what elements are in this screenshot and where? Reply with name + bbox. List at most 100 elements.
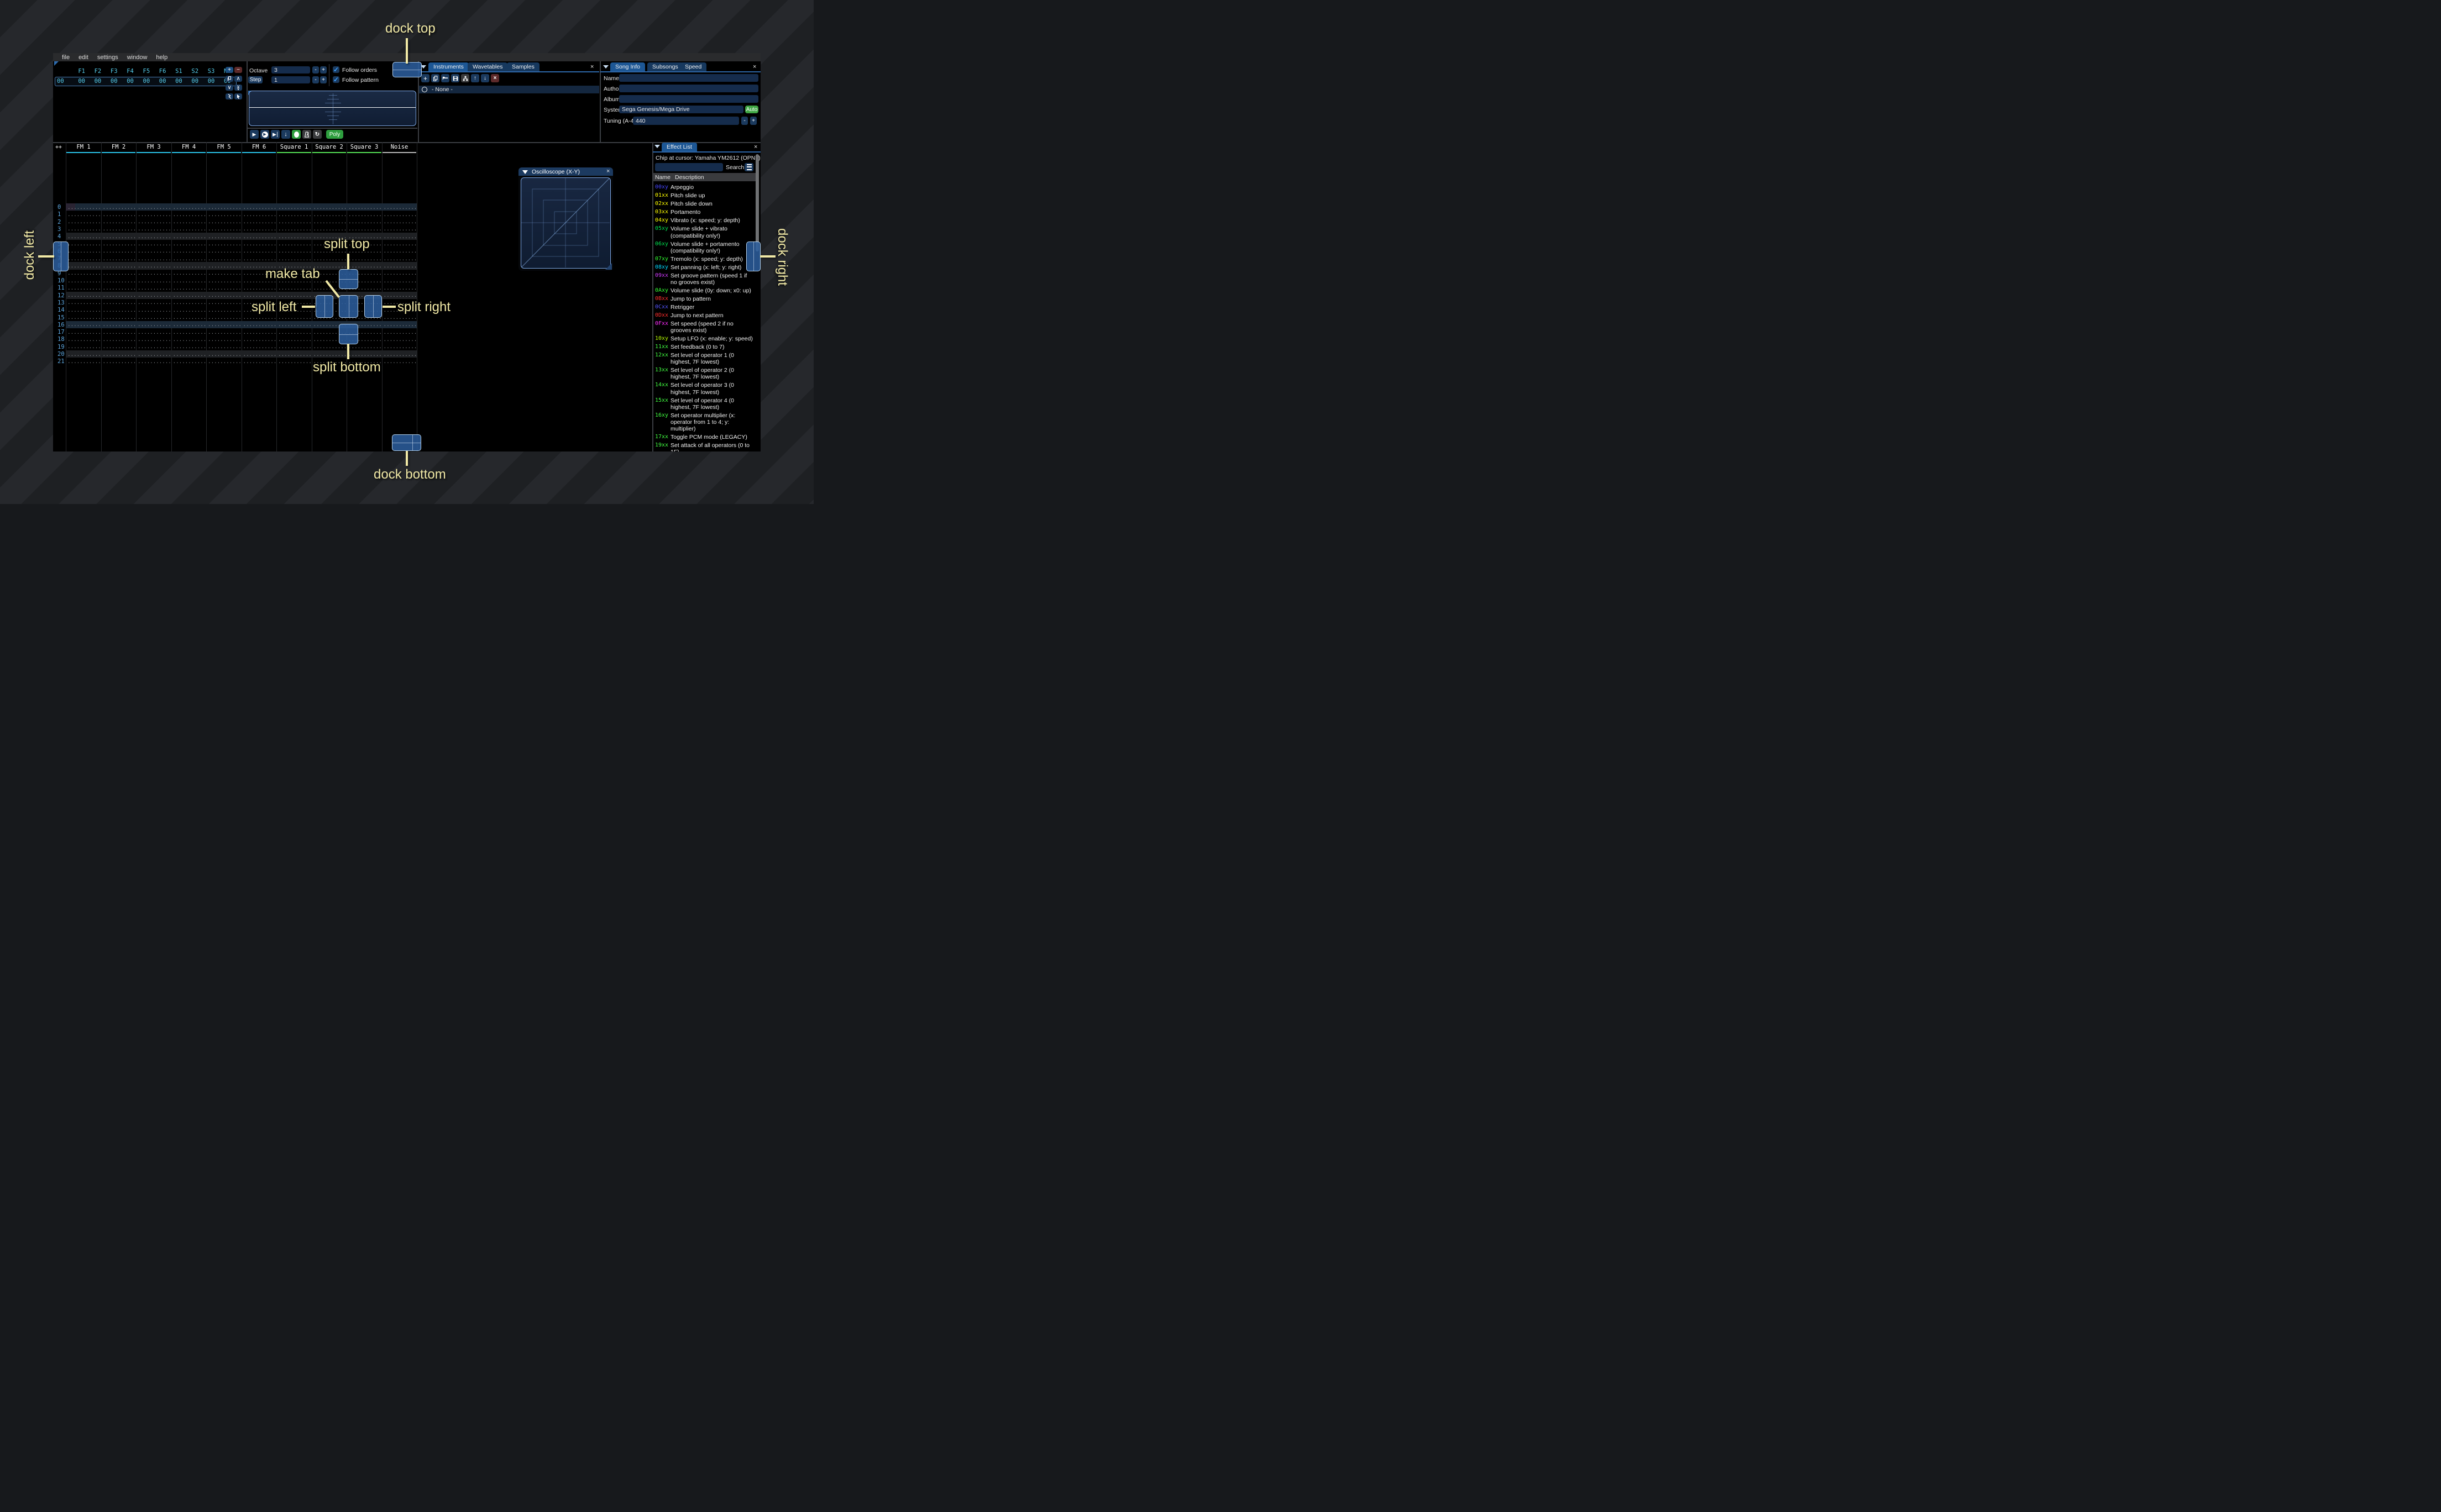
pattern-cell[interactable]: ........... [382, 279, 419, 284]
pattern-cell[interactable]: ........... [242, 219, 279, 225]
pattern-cell[interactable]: ........... [136, 256, 173, 262]
order-duplicate-button[interactable] [226, 76, 233, 82]
instruments-close-icon[interactable]: × [590, 64, 594, 70]
orders-row-values[interactable]: 0000000000000000000000 [55, 78, 235, 85]
tuning-input[interactable]: 440 [633, 117, 739, 125]
effect-row-06xy[interactable]: 06xy Volume slide + portamento (compatibi… [653, 240, 761, 255]
pattern-cell[interactable]: ........... [136, 359, 173, 365]
pattern-cell[interactable]: ........... [206, 359, 243, 365]
channel-header-fm-4[interactable]: FM 4 [171, 144, 207, 150]
pattern-cell[interactable]: ........... [206, 227, 243, 232]
pattern-cell[interactable]: ........... [171, 359, 208, 365]
pattern-cell[interactable]: ........... [66, 286, 103, 291]
effect-row-08xy[interactable]: 08xy Set panning (x: left; y: right) [653, 263, 761, 271]
pattern-cell[interactable]: ........... [136, 234, 173, 240]
pattern-cell[interactable]: ........... [276, 293, 313, 298]
pattern-cell[interactable]: ........... [276, 227, 313, 232]
pattern-cell[interactable]: ........... [382, 322, 419, 328]
orders-value-F4[interactable]: 00 [122, 78, 138, 85]
pattern-cell[interactable]: ........... [382, 286, 419, 291]
order-edit-mode-button[interactable] [234, 93, 242, 99]
pattern-cell[interactable]: ........... [312, 227, 349, 232]
make-tab-target[interactable] [339, 295, 358, 318]
channel-header-fm-6[interactable]: FM 6 [242, 144, 277, 150]
oscilloscope-close-icon[interactable]: × [606, 169, 610, 175]
pattern-cell[interactable]: ........... [347, 205, 384, 211]
pattern-cell[interactable]: ........... [136, 352, 173, 358]
orders-value-F1[interactable]: 00 [74, 78, 90, 85]
pattern-cell[interactable]: ........... [171, 300, 208, 306]
pattern-cell[interactable]: ........... [382, 315, 419, 321]
pattern-cell[interactable]: ........... [171, 205, 208, 211]
pattern-cell[interactable]: ........... [136, 279, 173, 284]
pattern-cell[interactable]: ........... [382, 352, 419, 358]
pattern-cell[interactable]: ........... [136, 264, 173, 269]
pattern-cell[interactable]: ........... [171, 227, 208, 232]
pattern-cell[interactable]: ........... [136, 286, 173, 291]
instrument-tree-button[interactable] [461, 74, 469, 82]
instrument-open-button[interactable] [441, 74, 449, 82]
pattern-cell[interactable]: ........... [382, 227, 419, 232]
effect-row-0Axy[interactable]: 0Axy Volume slide (0y: down; x0: up) [653, 286, 761, 295]
instrument-up-button[interactable]: ↑ [471, 74, 479, 82]
pattern-cell[interactable]: ........... [276, 352, 313, 358]
play-row-button[interactable]: ▶ | [271, 130, 280, 139]
menu-item-settings[interactable]: settings [93, 54, 123, 61]
effect-row-05xy[interactable]: 05xy Volume slide + vibrato (compatibilit… [653, 225, 761, 240]
pattern-cell[interactable]: ........... [382, 249, 419, 254]
pattern-cell[interactable]: ........... [136, 315, 173, 321]
effect-row-16xy[interactable]: 16xy Set operator multiplier (x: operator… [653, 411, 761, 433]
pattern-cell[interactable]: ........... [312, 212, 349, 218]
pattern-cell[interactable]: ........... [382, 205, 419, 211]
pattern-cell[interactable]: ........... [136, 249, 173, 254]
split-bottom-target[interactable] [339, 324, 358, 344]
pattern-cell[interactable]: ........... [66, 234, 103, 240]
tab-wavetables[interactable]: Wavetables [468, 62, 508, 71]
pattern-cell[interactable]: ........... [382, 242, 419, 247]
pattern-cell[interactable]: ........... [101, 322, 138, 328]
play-pattern-button[interactable]: ▶ [260, 130, 269, 139]
pattern-cell[interactable]: ........... [276, 205, 313, 211]
pattern-cell[interactable]: ........... [171, 352, 208, 358]
pattern-cell[interactable]: ........... [242, 249, 279, 254]
pattern-cell[interactable]: ........... [66, 264, 103, 269]
pattern-cell[interactable]: ........... [136, 322, 173, 328]
orders-value-F6[interactable]: 00 [154, 78, 170, 85]
pattern-cell[interactable]: ........... [382, 359, 419, 365]
pattern-cell[interactable]: ........... [276, 242, 313, 247]
effect-scrollbar[interactable] [756, 154, 759, 251]
instrument-delete-button[interactable]: × [491, 74, 499, 82]
orders-value-F3[interactable]: 00 [106, 78, 122, 85]
pattern-cell[interactable]: ........... [171, 315, 208, 321]
tab-samples[interactable]: Samples [507, 62, 539, 71]
effect-table-header[interactable]: Name Description [653, 173, 758, 181]
pattern-cell[interactable]: ........... [242, 352, 279, 358]
effect-row-11xx[interactable]: 11xx Set feedback (0 to 7) [653, 343, 761, 351]
pattern-cell[interactable]: ........... [206, 219, 243, 225]
effect-row-0Dxx[interactable]: 0Dxx Jump to next pattern [653, 311, 761, 319]
octave-input[interactable]: 3 [271, 66, 310, 74]
channel-header-fm-5[interactable]: FM 5 [206, 144, 242, 150]
effect-row-0Fxx[interactable]: 0Fxx Set speed (speed 2 if no grooves exi… [653, 319, 761, 334]
pattern-cell[interactable]: ........... [206, 293, 243, 298]
effect-search-input[interactable] [655, 163, 723, 171]
pattern-cell[interactable]: ........... [347, 352, 384, 358]
pattern-cell[interactable]: ........... [206, 286, 243, 291]
pattern-cell[interactable]: ........... [66, 205, 103, 211]
pattern-cell[interactable]: ........... [382, 337, 419, 343]
pattern-cell[interactable]: ........... [276, 234, 313, 240]
pattern-cell[interactable]: ........... [347, 219, 384, 225]
order-remove-button[interactable]: − [234, 67, 242, 73]
channel-header-fm-3[interactable]: FM 3 [136, 144, 171, 150]
pattern-cell[interactable]: ........... [66, 337, 103, 343]
pattern-cell[interactable]: ........... [101, 279, 138, 284]
orders-value-F5[interactable]: 00 [138, 78, 154, 85]
pattern-cell[interactable]: ........... [206, 330, 243, 335]
pattern-cell[interactable]: ........... [242, 322, 279, 328]
channel-header-fm-2[interactable]: FM 2 [101, 144, 137, 150]
pattern-cell[interactable]: ........... [136, 330, 173, 335]
name-input[interactable] [619, 74, 758, 82]
pattern-cell[interactable]: ........... [66, 219, 103, 225]
repeat-button[interactable]: ↻ [313, 130, 322, 139]
oscilloscope-window[interactable]: Oscilloscope (X-Y) × [518, 167, 613, 271]
